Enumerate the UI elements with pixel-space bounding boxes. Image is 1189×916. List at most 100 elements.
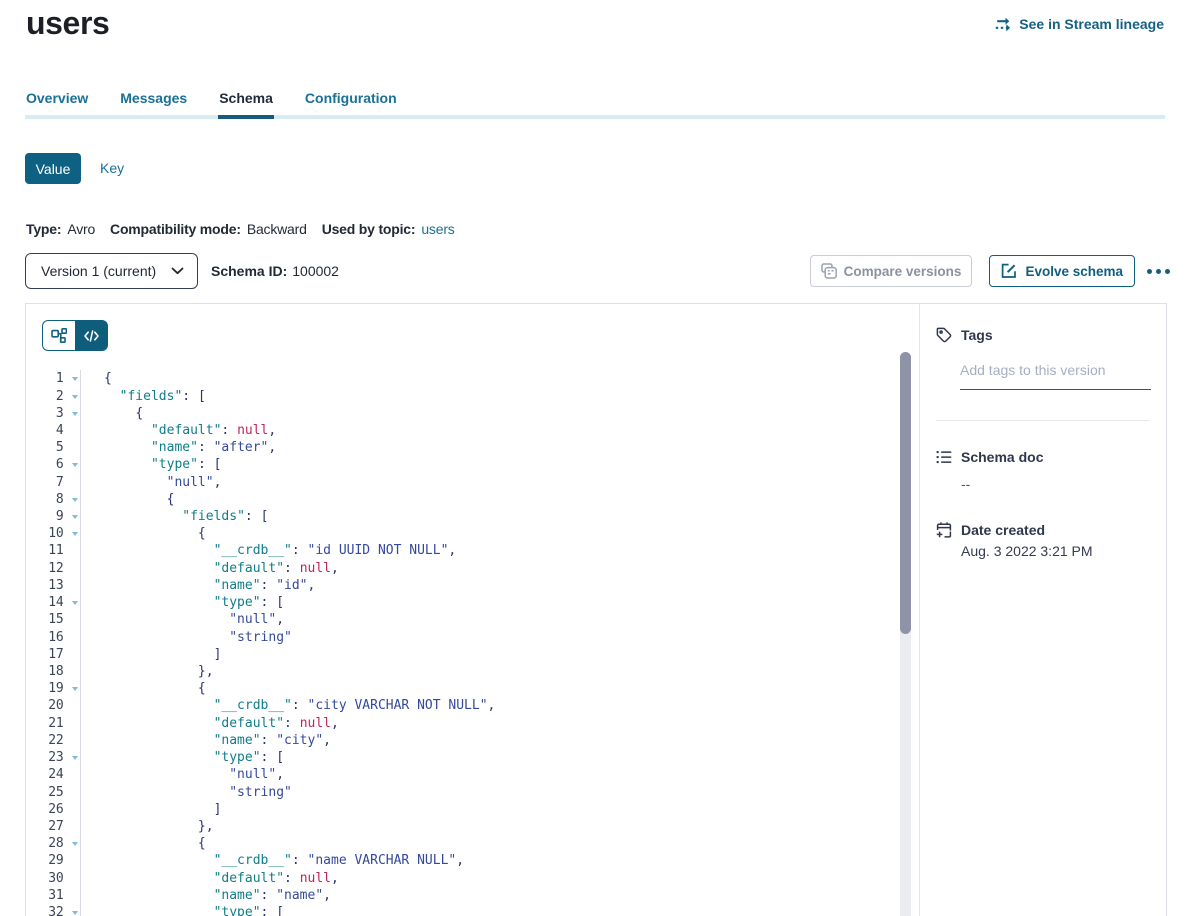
schema-doc-value: -- [961, 476, 970, 492]
schema-code-editor[interactable]: 1{2 "fields": [3 {4 "default": null,5 "n… [26, 353, 901, 916]
code-text: { [104, 681, 206, 696]
line-number: 15 [26, 612, 64, 627]
line-number: 22 [26, 733, 64, 748]
stream-lineage-link[interactable]: See in Stream lineage [995, 15, 1164, 33]
tree-view-icon [51, 328, 67, 343]
editor-scrollbar-thumb[interactable] [900, 352, 911, 634]
line-number: 12 [26, 561, 64, 576]
line-number: 32 [26, 905, 64, 916]
version-select[interactable]: Version 1 (current) [25, 253, 198, 289]
code-text: "type": [ [104, 457, 221, 472]
fold-toggle-icon[interactable] [64, 457, 82, 472]
line-number: 3 [26, 406, 64, 421]
line-number: 18 [26, 664, 64, 679]
code-text: "type": [ [104, 595, 284, 610]
code-line: 9 "fields": [ [26, 508, 901, 525]
code-text: "default": null, [104, 423, 276, 438]
evolve-schema-button[interactable]: Evolve schema [989, 255, 1135, 287]
type-label: Type: [26, 221, 61, 237]
fold-toggle-icon[interactable] [64, 595, 82, 610]
code-text: ] [104, 802, 221, 817]
code-text: "null", [104, 767, 284, 782]
editor-scrollbar[interactable] [900, 352, 911, 916]
code-text: "fields": [ [104, 509, 268, 524]
line-number: 6 [26, 457, 64, 472]
fold-toggle-icon[interactable] [64, 492, 82, 507]
code-text: "name": "city", [104, 733, 331, 748]
schema-sidebar: Tags Schema doc -- [921, 304, 1166, 916]
stream-lineage-icon [995, 16, 1014, 33]
tags-input[interactable] [960, 356, 1151, 390]
tree-view-button[interactable] [42, 320, 75, 351]
line-number: 9 [26, 509, 64, 524]
code-line: 28 { [26, 835, 901, 852]
line-number: 14 [26, 595, 64, 610]
code-line: 26 ] [26, 801, 901, 818]
topic-label: Used by topic: [322, 221, 416, 237]
topic-link[interactable]: users [421, 221, 454, 237]
fold-toggle-icon[interactable] [64, 905, 82, 916]
line-number: 25 [26, 785, 64, 800]
line-number: 28 [26, 836, 64, 851]
code-line: 19 { [26, 680, 901, 697]
code-line: 32 "type": [ [26, 904, 901, 916]
schema-id-value: 100002 [292, 263, 339, 279]
tab-schema[interactable]: Schema [219, 90, 273, 119]
code-text: { [104, 526, 206, 541]
key-tab-button[interactable]: Key [94, 153, 130, 184]
fold-toggle-icon[interactable] [64, 750, 82, 765]
code-line: 2 "fields": [ [26, 387, 901, 404]
line-number: 7 [26, 475, 64, 490]
line-number: 4 [26, 423, 64, 438]
code-text: ] [104, 647, 221, 662]
code-line: 14 "type": [ [26, 594, 901, 611]
code-line: 17 ] [26, 646, 901, 663]
compare-versions-button[interactable]: Compare versions [810, 255, 973, 287]
fold-toggle-icon[interactable] [64, 681, 82, 696]
sidebar-divider [936, 420, 1150, 421]
line-number: 19 [26, 681, 64, 696]
line-number: 2 [26, 389, 64, 404]
code-line: 7 "null", [26, 474, 901, 491]
fold-toggle-icon[interactable] [64, 371, 82, 386]
code-text: { [104, 406, 143, 421]
line-number: 31 [26, 888, 64, 903]
value-tab-button[interactable]: Value [25, 153, 81, 184]
code-line: 6 "type": [ [26, 456, 901, 473]
code-text: "type": [ [104, 905, 284, 916]
schema-page: users See in Stream lineage OverviewMess… [0, 0, 1189, 916]
version-bar: Version 1 (current) Schema ID: 100002 [25, 253, 339, 289]
tab-track [25, 115, 1165, 119]
code-line: 4 "default": null, [26, 422, 901, 439]
fold-toggle-icon[interactable] [64, 406, 82, 421]
tags-title: Tags [961, 327, 993, 343]
fold-toggle-icon[interactable] [64, 509, 82, 524]
code-text: "name": "name", [104, 888, 331, 903]
code-line: 12 "default": null, [26, 560, 901, 577]
code-text: "null", [104, 612, 284, 627]
code-line: 18 }, [26, 663, 901, 680]
line-number: 5 [26, 440, 64, 455]
code-text: { [104, 371, 112, 386]
value-key-toggle: Value Key [25, 153, 130, 184]
more-actions-button[interactable] [1146, 255, 1170, 287]
code-line: 13 "name": "id", [26, 577, 901, 594]
line-number: 10 [26, 526, 64, 541]
code-text: "fields": [ [104, 389, 206, 404]
code-text: "default": null, [104, 716, 339, 731]
line-number: 30 [26, 871, 64, 886]
line-number: 11 [26, 543, 64, 558]
line-number: 26 [26, 802, 64, 817]
list-icon [936, 450, 952, 464]
line-number: 27 [26, 819, 64, 834]
fold-toggle-icon[interactable] [64, 836, 82, 851]
code-view-button[interactable] [75, 320, 108, 351]
schema-card: 1{2 "fields": [3 {4 "default": null,5 "n… [25, 303, 1167, 916]
fold-toggle-icon[interactable] [64, 389, 82, 404]
tags-section-header: Tags [936, 327, 993, 343]
line-number: 1 [26, 371, 64, 386]
code-line: 8 { [26, 491, 901, 508]
fold-toggle-icon[interactable] [64, 526, 82, 541]
stream-lineage-label: See in Stream lineage [1019, 16, 1164, 32]
schema-id-label: Schema ID: [211, 263, 287, 279]
